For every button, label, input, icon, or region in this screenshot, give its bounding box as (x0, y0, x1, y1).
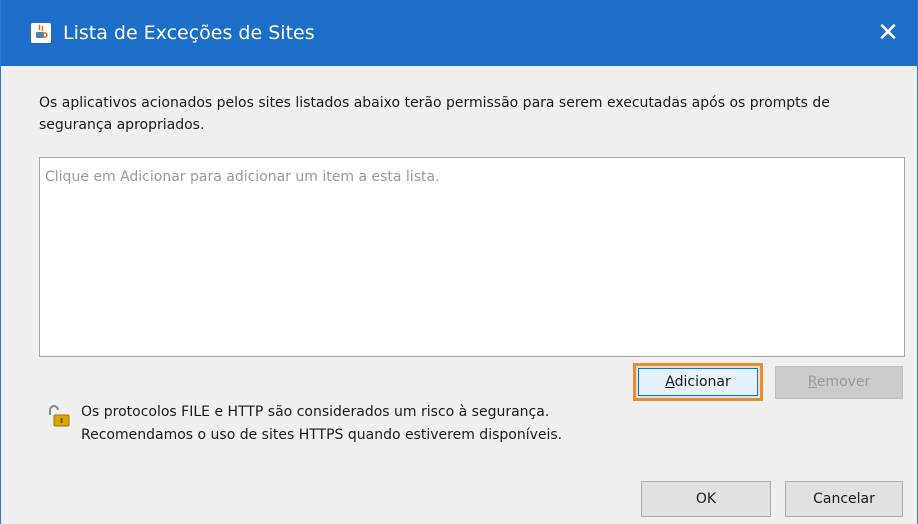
cancel-button[interactable]: Cancelar (785, 481, 903, 517)
remove-button-label: Remover (807, 374, 871, 390)
ok-button[interactable]: OK (641, 481, 771, 517)
java-icon (31, 23, 51, 43)
add-button-label: Adicionar (665, 374, 731, 390)
dialog-title: Lista de Exceções de Sites (63, 22, 315, 44)
close-button[interactable]: ✕ (859, 0, 917, 66)
security-notice-line1: Os protocolos FILE e HTTP são considerad… (81, 404, 550, 420)
security-notice: Os protocolos FILE e HTTP são considerad… (81, 401, 562, 447)
add-button[interactable]: Adicionar (633, 363, 763, 401)
close-icon: ✕ (877, 18, 899, 48)
remove-button[interactable]: Remover (775, 366, 903, 399)
security-notice-line2: Recomendamos o uso de sites HTTPS quando… (81, 427, 563, 443)
exception-site-list-dialog: Lista de Exceções de Sites ✕ Os aplicati… (0, 0, 918, 524)
unlocked-padlock-warning-icon (49, 405, 70, 427)
title-bar[interactable]: Lista de Exceções de Sites ✕ (1, 0, 917, 66)
site-list[interactable]: Clique em Adicionar para adicionar um it… (39, 157, 905, 357)
site-list-placeholder: Clique em Adicionar para adicionar um it… (45, 169, 440, 185)
description-text: Os aplicativos acionados pelos sites lis… (39, 95, 830, 133)
